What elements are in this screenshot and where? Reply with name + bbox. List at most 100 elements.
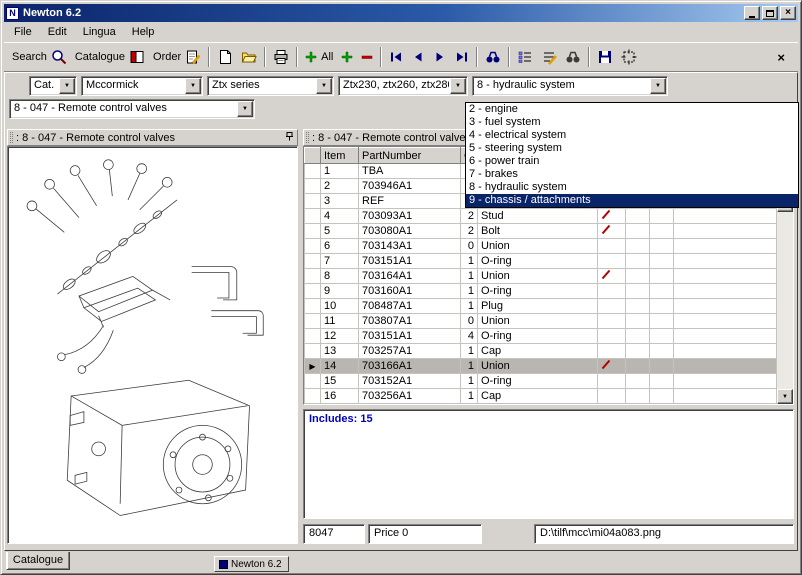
dropdown-option[interactable]: 3 - fuel system [466, 116, 798, 129]
grid-cell[interactable] [650, 284, 674, 299]
qty-cell[interactable]: 1 [461, 344, 478, 359]
dropdown-option[interactable]: 5 - steering system [466, 142, 798, 155]
qty-cell[interactable]: 2 [461, 224, 478, 239]
grid-cell[interactable] [650, 224, 674, 239]
column-header[interactable]: PartNumber [359, 148, 461, 164]
partnumber-cell[interactable]: 703946A1 [359, 179, 461, 194]
qty-cell[interactable]: 0 [461, 314, 478, 329]
toolbar-close-button[interactable]: × [772, 50, 790, 65]
grid-cell[interactable] [626, 329, 650, 344]
grid-cell[interactable] [626, 389, 650, 404]
item-cell[interactable]: 8 [321, 269, 359, 284]
row-marker-cell[interactable] [305, 209, 321, 224]
part-row[interactable]: 9703160A11O-ring [305, 284, 777, 299]
grid-cell[interactable] [674, 284, 777, 299]
item-cell[interactable]: 11 [321, 314, 359, 329]
save-button[interactable] [593, 45, 617, 69]
category-combo[interactable]: Cat. ▼ [29, 76, 77, 96]
qty-cell[interactable]: 1 [461, 374, 478, 389]
grid-cell[interactable] [650, 374, 674, 389]
description-cell[interactable]: O-ring [478, 374, 598, 389]
edit-mark-cell[interactable] [598, 389, 626, 404]
dropdown-option[interactable]: 4 - electrical system [466, 129, 798, 142]
group-combo[interactable]: 8 - 047 - Remote control valves ▼ [9, 99, 255, 119]
part-row[interactable]: 6703143A10Union [305, 239, 777, 254]
qty-cell[interactable]: 0 [461, 239, 478, 254]
grid-cell[interactable] [674, 359, 777, 374]
qty-cell[interactable]: 1 [461, 254, 478, 269]
part-row[interactable]: 15703152A11O-ring [305, 374, 777, 389]
grid-cell[interactable] [674, 269, 777, 284]
taskbar-button[interactable]: Newton 6.2 [214, 556, 289, 572]
partnumber-cell[interactable]: REF [359, 194, 461, 209]
edit-mark-cell[interactable] [598, 374, 626, 389]
grid-cell[interactable] [674, 239, 777, 254]
nav-next-button[interactable] [429, 45, 451, 69]
app-icon[interactable]: N [6, 7, 19, 20]
partnumber-cell[interactable]: 703164A1 [359, 269, 461, 284]
model-combo[interactable]: Ztx230, ztx260, ztx280 - ▼ [338, 76, 468, 96]
menu-item-edit[interactable]: Edit [40, 24, 75, 40]
column-header[interactable] [305, 148, 321, 164]
edit-mark-cell[interactable] [598, 209, 626, 224]
grid-cell[interactable] [674, 314, 777, 329]
nav-first-button[interactable] [385, 45, 407, 69]
row-marker-cell[interactable] [305, 179, 321, 194]
grid-cell[interactable] [626, 344, 650, 359]
nav-prev-button[interactable] [407, 45, 429, 69]
maximize-button[interactable] [762, 6, 778, 20]
grid-cell[interactable] [650, 344, 674, 359]
row-marker-cell[interactable] [305, 254, 321, 269]
pin-icon[interactable] [284, 131, 295, 145]
partnumber-cell[interactable]: 703257A1 [359, 344, 461, 359]
grid-cell[interactable] [650, 254, 674, 269]
description-cell[interactable]: Plug [478, 299, 598, 314]
close-button[interactable]: × [780, 6, 796, 20]
catalogue-button[interactable]: Catalogue [71, 45, 149, 69]
partnumber-cell[interactable]: 703093A1 [359, 209, 461, 224]
remove-item-button[interactable] [357, 45, 377, 69]
grid-cell[interactable] [674, 254, 777, 269]
drag-grip-icon[interactable] [306, 132, 309, 143]
qty-cell[interactable]: 4 [461, 329, 478, 344]
edit-mark-cell[interactable] [598, 254, 626, 269]
tree-list-button[interactable] [513, 45, 537, 69]
grid-cell[interactable] [626, 254, 650, 269]
partnumber-cell[interactable]: 703080A1 [359, 224, 461, 239]
grid-cell[interactable] [650, 299, 674, 314]
row-marker-cell[interactable]: ▶ [305, 359, 321, 374]
grid-cell[interactable] [626, 209, 650, 224]
part-row[interactable]: 10708487A11Plug [305, 299, 777, 314]
new-document-button[interactable] [213, 45, 237, 69]
part-row[interactable]: 12703151A14O-ring [305, 329, 777, 344]
row-marker-cell[interactable] [305, 239, 321, 254]
edit-mark-cell[interactable] [598, 314, 626, 329]
description-cell[interactable]: Cap [478, 344, 598, 359]
item-cell[interactable]: 9 [321, 284, 359, 299]
grid-cell[interactable] [674, 374, 777, 389]
brand-combo[interactable]: Mccormick ▼ [81, 76, 203, 96]
description-cell[interactable]: Stud [478, 209, 598, 224]
grid-cell[interactable] [650, 329, 674, 344]
item-cell[interactable]: 4 [321, 209, 359, 224]
partnumber-cell[interactable]: 703151A1 [359, 254, 461, 269]
part-row[interactable]: 13703257A11Cap [305, 344, 777, 359]
item-cell[interactable]: 12 [321, 329, 359, 344]
capture-button[interactable] [617, 45, 641, 69]
part-row[interactable]: 7703151A11O-ring [305, 254, 777, 269]
grid-cell[interactable] [626, 284, 650, 299]
description-cell[interactable]: Union [478, 314, 598, 329]
partnumber-cell[interactable]: 703166A1 [359, 359, 461, 374]
row-marker-cell[interactable] [305, 164, 321, 179]
row-marker-cell[interactable] [305, 224, 321, 239]
search-button[interactable]: Search [8, 45, 71, 69]
edit-mark-cell[interactable] [598, 359, 626, 374]
chevron-down-icon[interactable]: ▼ [237, 101, 253, 117]
chevron-down-icon[interactable]: ▼ [59, 78, 75, 94]
grid-cell[interactable] [650, 269, 674, 284]
menu-item-lingua[interactable]: Lingua [75, 24, 124, 40]
row-marker-cell[interactable] [305, 344, 321, 359]
grid-cell[interactable] [626, 359, 650, 374]
part-row[interactable]: 4703093A12Stud [305, 209, 777, 224]
edit-mark-cell[interactable] [598, 224, 626, 239]
